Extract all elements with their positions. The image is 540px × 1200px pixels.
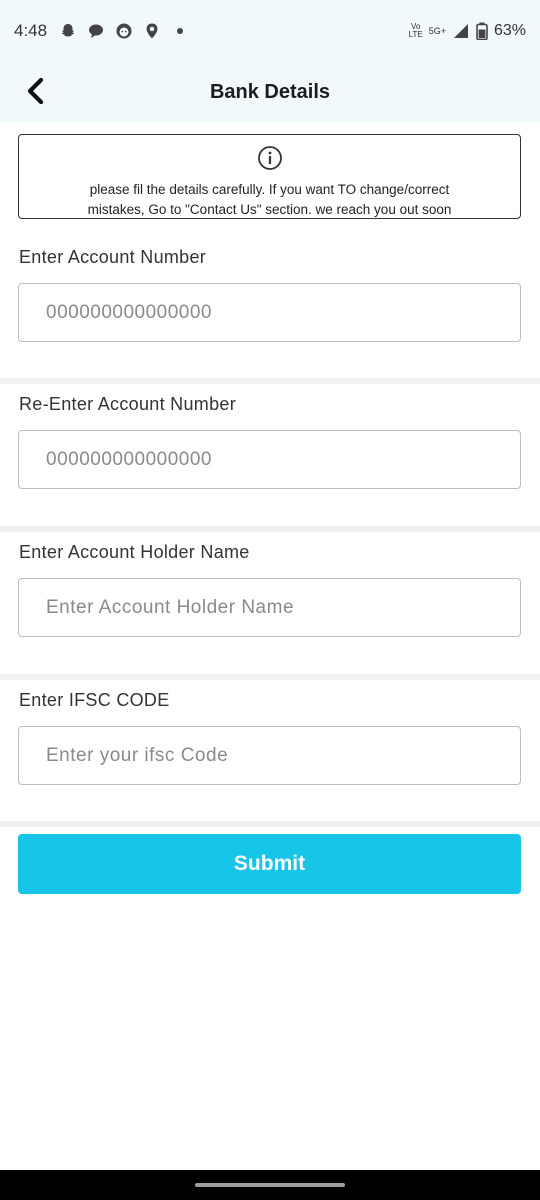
status-time: 4:48 — [14, 21, 48, 40]
system-nav-bar — [0, 1170, 540, 1200]
notification-icons — [59, 22, 184, 40]
account-number-label: Enter Account Number — [19, 247, 207, 267]
volte-indicator: Vo LTE — [408, 22, 423, 39]
chevron-left-icon — [27, 77, 44, 105]
info-text: please fil the details carefully. If you… — [76, 180, 464, 220]
battery-icon — [476, 22, 488, 40]
info-icon — [257, 145, 283, 176]
info-line-1: please fil the details carefully. If you… — [89, 182, 450, 197]
chat-bubble-icon — [87, 22, 105, 40]
section-divider — [0, 821, 540, 827]
info-notice: please fil the details carefully. If you… — [18, 134, 521, 219]
info-line-2: mistakes, Go to "Contact Us" section. we… — [87, 202, 452, 217]
home-gesture-handle[interactable] — [195, 1183, 345, 1187]
status-right: Vo LTE 5G+ 63% — [409, 22, 526, 40]
submit-button[interactable]: Submit — [18, 834, 521, 894]
ifsc-input[interactable] — [18, 726, 521, 785]
page-title: Bank Details — [209, 80, 331, 103]
snapchat-icon — [59, 22, 77, 40]
section-divider — [0, 674, 540, 680]
more-notifications-dot — [177, 28, 184, 34]
holder-name-label: Enter Account Holder Name — [19, 542, 250, 562]
reenter-account-number-input[interactable] — [18, 430, 521, 489]
app-face-icon — [115, 22, 133, 40]
holder-name-input[interactable] — [18, 578, 521, 637]
app-header: Bank Details — [0, 62, 540, 122]
status-bar: 4:48 Vo LTE 5G+ 63% — [0, 0, 540, 62]
back-button[interactable] — [18, 74, 52, 108]
location-pin-icon — [143, 22, 161, 40]
section-divider — [0, 378, 540, 384]
reenter-account-number-label: Re-Enter Account Number — [19, 394, 236, 414]
ifsc-label: Enter IFSC CODE — [19, 690, 170, 710]
account-number-input[interactable] — [18, 283, 521, 342]
signal-group: 5G+ — [428, 26, 446, 36]
battery-percent: 63% — [493, 22, 526, 39]
section-divider — [0, 526, 540, 532]
signal-icon — [452, 22, 470, 40]
